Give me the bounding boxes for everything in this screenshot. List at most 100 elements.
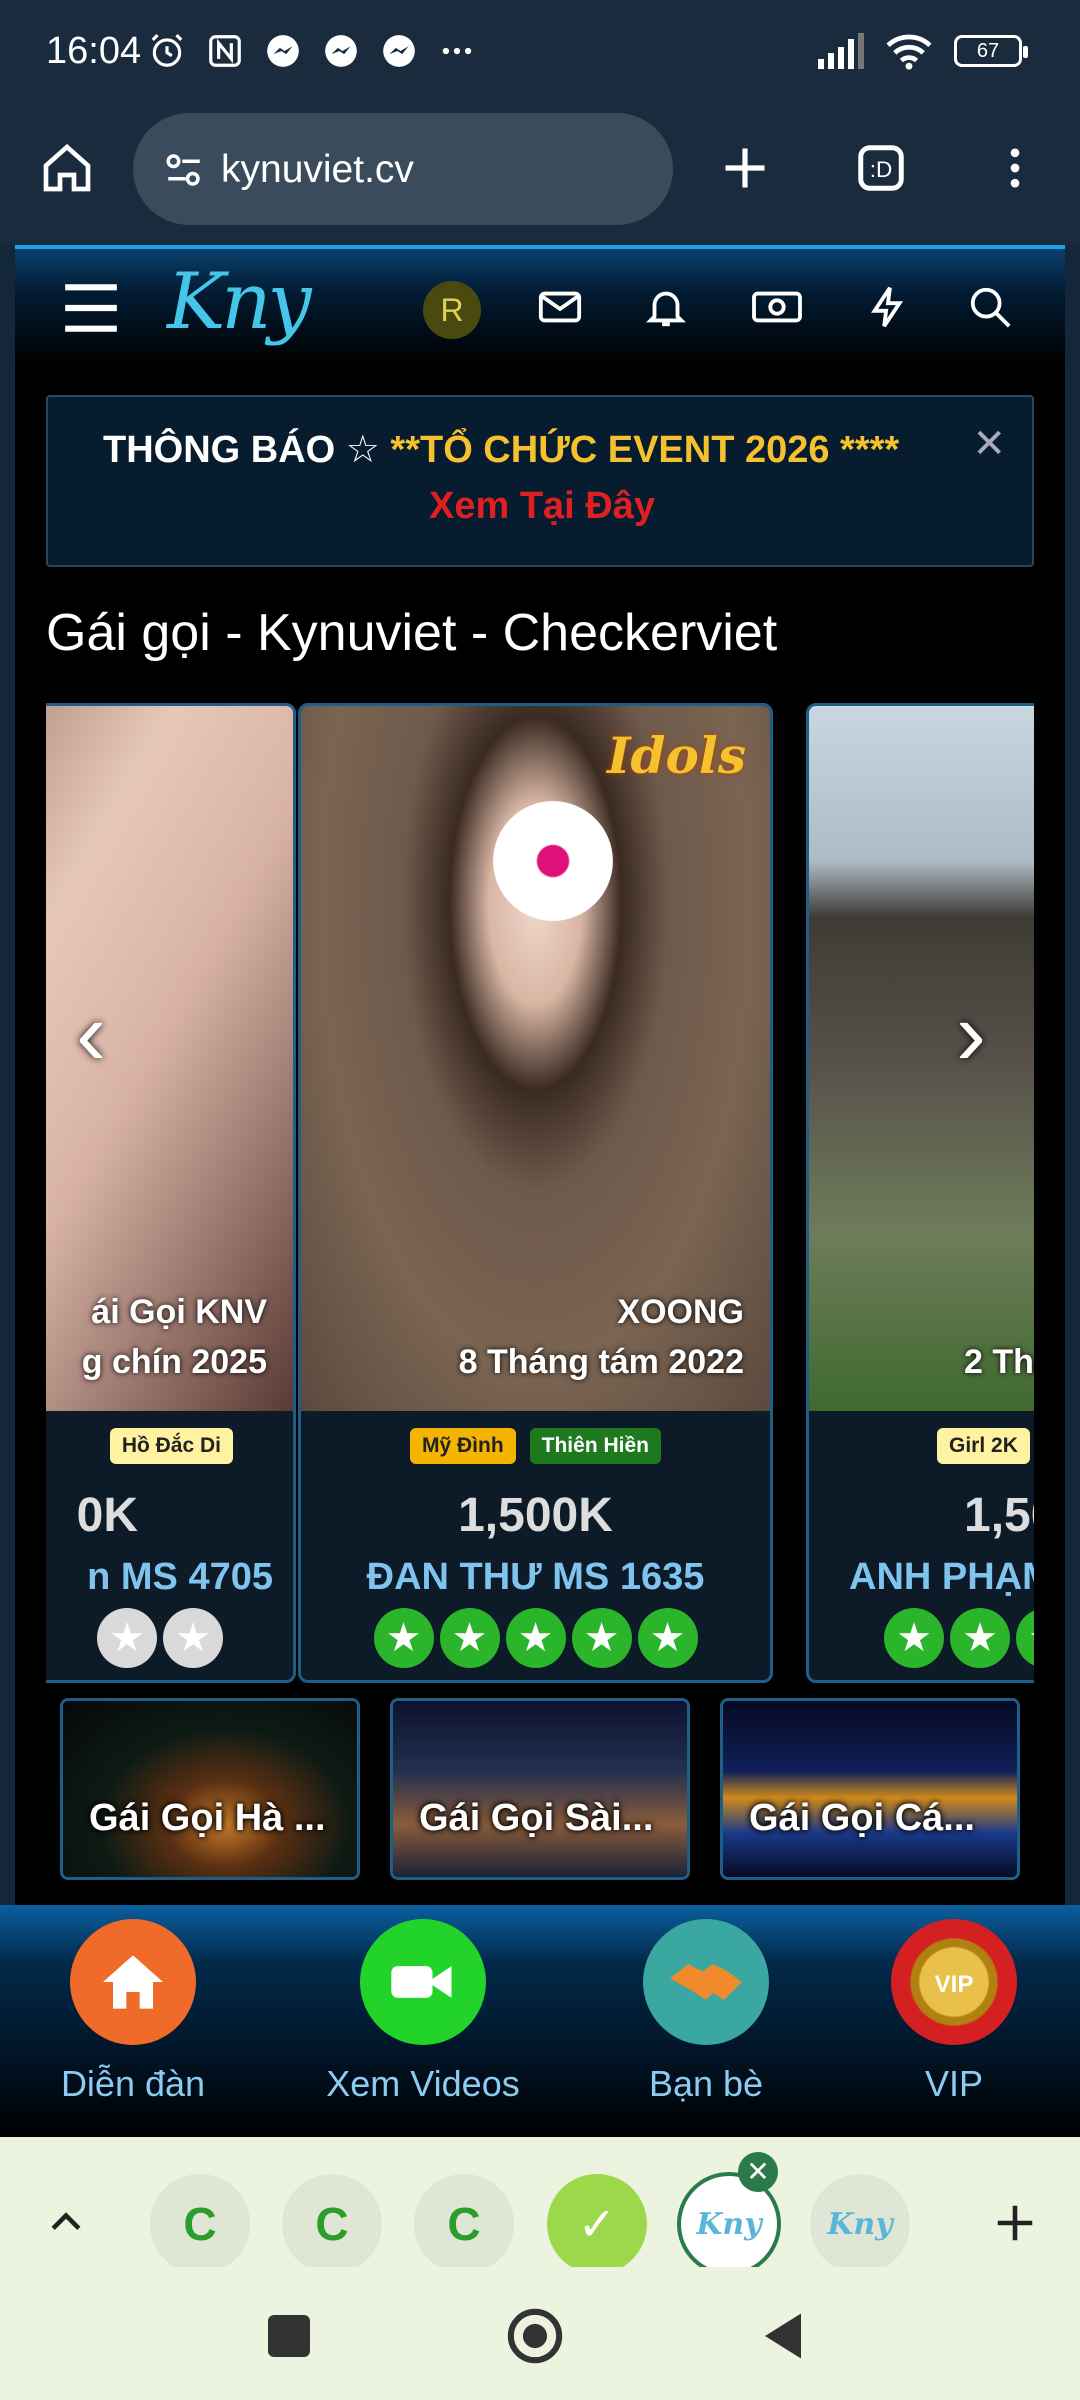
card-tags: Hồ Đắc Di	[46, 1428, 293, 1464]
site-settings-icon[interactable]	[163, 149, 205, 191]
handshake-icon	[643, 1919, 769, 2045]
status-time: 16:04	[46, 30, 142, 72]
star-icon: ★	[373, 1608, 434, 1668]
battery-indicator: 67	[954, 35, 1028, 67]
region-image	[723, 1701, 1017, 1877]
location-tag[interactable]: Thiên Hiền	[529, 1428, 661, 1464]
nfc-icon	[209, 35, 241, 67]
card-tags: Girl 2K	[809, 1428, 1034, 1464]
plus-icon[interactable]	[992, 2200, 1038, 2246]
region-image	[393, 1701, 687, 1877]
announcement-banner: THÔNG BÁO ☆ **TỔ CHỨC EVENT 2026 **** Xe…	[46, 395, 1034, 567]
nav-label: VIP	[924, 2063, 984, 2104]
location-tag[interactable]: Mỹ Đình	[409, 1428, 516, 1464]
close-tab-icon[interactable]: ✕	[738, 2152, 778, 2192]
address-bar[interactable]: kynuviet.cv	[133, 113, 673, 225]
star-icon: ★	[439, 1608, 500, 1668]
status-system-icons: 67	[816, 32, 1028, 70]
star-icon: ★	[505, 1608, 566, 1668]
site-logo[interactable]: Kny	[167, 257, 312, 347]
messenger-icon	[267, 35, 299, 67]
bell-icon[interactable]	[643, 284, 689, 330]
home-circle-icon[interactable]	[506, 2307, 564, 2365]
tab-favicon[interactable]: C	[150, 2174, 250, 2274]
section-title: Gái gọi - Kynuviet - Checkerviet	[46, 604, 778, 662]
tab-favicon[interactable]: Kny	[810, 2174, 910, 2274]
rating-stars: ★ ★ ★	[809, 1608, 1034, 1668]
video-camera-icon	[360, 1919, 486, 2045]
region-link[interactable]: Gái Gọi Sài...	[390, 1698, 690, 1880]
nav-friends[interactable]: Bạn bè	[596, 1919, 816, 2105]
url-text: kynuviet.cv	[221, 148, 414, 191]
location-tag[interactable]: Girl 2K	[937, 1428, 1030, 1464]
profile-carousel[interactable]: ái Gọi KNV g chín 2025 Hồ Đắc Di 0K n MS…	[46, 703, 1034, 1688]
mail-icon[interactable]	[537, 284, 583, 330]
rating-stars: ★ ★	[46, 1608, 293, 1668]
announcement-text: THÔNG BÁO ☆ **TỔ CHỨC EVENT 2026 ****	[103, 427, 899, 472]
vip-badge-icon: VIP	[891, 1919, 1017, 2045]
star-icon: ★	[950, 1608, 1010, 1668]
card-caption-2: 2 Thá	[964, 1343, 1034, 1381]
tab-favicon[interactable]: C	[414, 2174, 514, 2274]
carousel-prev-icon[interactable]: ‹	[76, 983, 106, 1086]
profile-card[interactable]: 2 Thá Girl 2K 1,50 ANH PHẠM ★ ★ ★	[806, 703, 1034, 1683]
card-tags: Mỹ Đình Thiên Hiền	[301, 1428, 770, 1464]
user-avatar[interactable]: R	[423, 281, 481, 339]
nav-label: Diễn đàn	[60, 2063, 206, 2104]
announcement-highlight: **TỔ CHỨC EVENT 2026 ****	[390, 429, 900, 471]
new-tab-button[interactable]	[712, 135, 778, 201]
messenger-icon	[383, 35, 415, 67]
status-bar: 16:04 67	[0, 0, 1080, 105]
chevron-up-icon[interactable]	[44, 2199, 88, 2243]
carousel-next-icon[interactable]: ›	[956, 983, 986, 1086]
region-label: Gái Gọi Sài...	[419, 1797, 654, 1839]
region-link[interactable]: Gái Gọi Hà ...	[60, 1698, 360, 1880]
status-notification-icons	[148, 32, 476, 70]
star-icon: ★	[97, 1608, 157, 1668]
more-dots-icon	[442, 47, 472, 55]
card-name[interactable]: ANH PHẠM	[809, 1556, 1034, 1599]
star-icon: ★	[163, 1608, 223, 1668]
home-icon	[43, 143, 91, 192]
back-triangle-icon[interactable]	[758, 2309, 808, 2363]
site-bottom-nav: Diễn đàn Xem Videos Bạn bè VIP VIP	[0, 1905, 1080, 2137]
close-icon[interactable]: ✕	[972, 421, 1006, 467]
browser-toolbar: kynuviet.cv :D	[0, 105, 1080, 245]
star-icon: ★	[571, 1608, 632, 1668]
card-name[interactable]: ĐAN THƯ MS 1635	[301, 1556, 770, 1599]
region-label: Gái Gọi Hà ...	[89, 1797, 326, 1839]
money-icon[interactable]	[750, 284, 804, 330]
region-link[interactable]: Gái Gọi Cá...	[720, 1698, 1020, 1880]
hamburger-menu-icon[interactable]	[60, 279, 122, 337]
lightning-icon[interactable]	[865, 284, 911, 330]
profile-card[interactable]: Idols XOONG 8 Tháng tám 2022 Mỹ Đình Thi…	[298, 703, 773, 1683]
nav-label: Bạn bè	[648, 2063, 764, 2104]
nav-forum[interactable]: Diễn đàn	[23, 1919, 243, 2105]
browser-menu-button[interactable]	[982, 135, 1048, 201]
announcement-prefix: THÔNG BÁO ☆	[103, 429, 391, 471]
nav-label: Xem Videos	[326, 2063, 520, 2104]
screen: { "status_bar": {"time": "16:04", "batte…	[0, 0, 1080, 2400]
announcement-link[interactable]: Xem Tại Đây	[48, 485, 1036, 528]
signal-icon	[818, 33, 864, 69]
more-vertical-icon	[1010, 148, 1020, 188]
profile-card[interactable]: ái Gọi KNV g chín 2025 Hồ Đắc Di 0K n MS…	[46, 703, 296, 1683]
card-name[interactable]: n MS 4705	[46, 1556, 293, 1599]
region-image	[63, 1701, 357, 1877]
home-button[interactable]	[34, 135, 100, 201]
card-price: 1,50	[964, 1489, 1034, 1542]
region-label: Gái Gọi Cá...	[749, 1797, 975, 1839]
nav-videos[interactable]: Xem Videos	[313, 1919, 533, 2105]
tab-favicon[interactable]: ✓	[547, 2174, 647, 2274]
browser-tab-strip: C C C ✓ Kny ✕ Kny	[0, 2137, 1080, 2276]
tab-favicon[interactable]: C	[282, 2174, 382, 2274]
tabs-icon: :D	[858, 145, 904, 191]
recents-button[interactable]	[268, 2315, 310, 2357]
system-nav-bar	[0, 2267, 1080, 2400]
region-links: Gái Gọi Hà ... Gái Gọi Sài... Gái Gọi Cá…	[60, 1698, 1020, 1880]
tab-switcher-button[interactable]: :D	[848, 135, 914, 201]
nav-vip[interactable]: VIP VIP	[844, 1919, 1064, 2105]
svg-text::D: :D	[870, 157, 893, 182]
search-icon[interactable]	[967, 284, 1013, 330]
location-tag[interactable]: Hồ Đắc Di	[109, 1428, 233, 1464]
